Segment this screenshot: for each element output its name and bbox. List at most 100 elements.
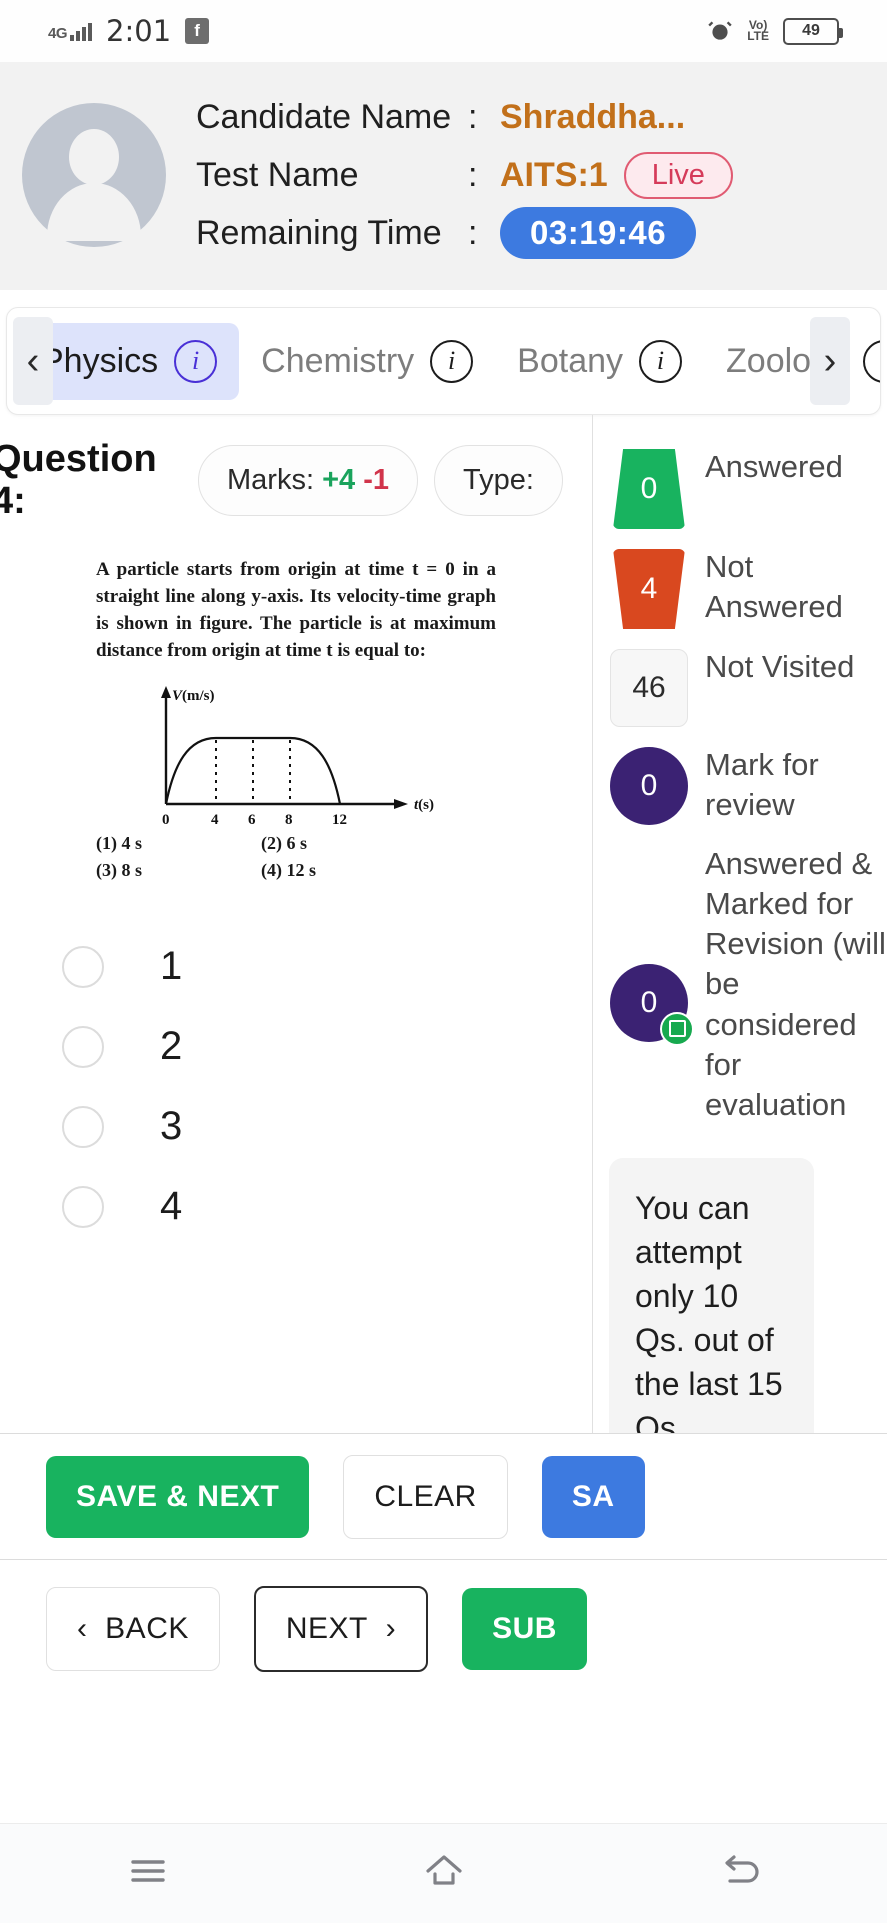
question-nav-bar: ‹ BACK NEXT › SUB — [0, 1559, 887, 1697]
marks-positive: +4 — [322, 464, 356, 497]
candidate-name-label: Candidate Name — [196, 97, 452, 136]
not-visited-badge-icon: 46 — [593, 647, 705, 727]
answered-marked-count: 0 — [610, 963, 694, 1046]
status-legend: 0 Answered 4 Not Answered 46 Not Visited — [593, 415, 887, 1126]
figure-option-4: (4) 12 s — [261, 859, 316, 880]
candidate-header: Candidate Name : Shraddha... Test Name :… — [0, 62, 887, 290]
clear-button[interactable]: CLEAR — [343, 1454, 508, 1539]
tab-physics-label: Physics — [41, 341, 159, 380]
save-and-mark-button[interactable]: SA — [541, 1455, 645, 1538]
remaining-time-label: Remaining Time — [196, 213, 442, 252]
info-icon[interactable]: i — [639, 339, 683, 383]
not-answered-label: Not Answered — [705, 549, 843, 625]
submit-button[interactable]: SUB — [462, 1587, 587, 1670]
test-name-label: Test Name — [196, 155, 359, 194]
choice-label: 2 — [160, 1024, 183, 1069]
choice-label: 4 — [160, 1184, 183, 1229]
chevron-left-icon: ‹ — [77, 1611, 88, 1645]
svg-text:V(m/s): V(m/s) — [172, 688, 215, 704]
tab-botany[interactable]: Botany i — [495, 323, 704, 400]
not-visited-label: Not Visited — [705, 649, 855, 684]
avatar — [22, 103, 166, 247]
answer-choices: 1 2 3 4 — [0, 927, 592, 1247]
type-label: Type: — [463, 464, 534, 497]
legend-not-answered: 4 Not Answered — [593, 547, 887, 629]
tab-chemistry-label: Chemistry — [261, 341, 415, 380]
info-icon[interactable]: i — [430, 339, 474, 383]
velocity-time-graph: V(m/s) t(s) 0 4 6 8 12 — [126, 676, 436, 826]
attempt-notice: You can attempt only 10 Qs. out of the l… — [609, 1157, 814, 1433]
colon-separator: : — [468, 213, 478, 252]
choice-option[interactable]: 3 — [62, 1087, 592, 1167]
answered-label: Answered — [705, 449, 843, 484]
choice-option[interactable]: 4 — [62, 1167, 592, 1247]
mark-review-count: 0 — [610, 747, 688, 825]
not-answered-count: 4 — [613, 549, 685, 629]
svg-text:12: 12 — [332, 812, 347, 826]
save-and-next-button[interactable]: SAVE & NEXT — [46, 1455, 310, 1538]
svg-text:8: 8 — [285, 812, 293, 826]
alarm-icon — [707, 18, 733, 44]
figure-options: (1) 4 s (2) 6 s (3) 8 s (4) 12 s — [96, 830, 426, 882]
legend-not-visited: 46 Not Visited — [593, 647, 887, 727]
countdown-timer: 03:19:46 — [500, 207, 697, 259]
subject-tabs: Physics i Chemistry i Botany i Zoology i… — [6, 307, 881, 415]
back-icon[interactable] — [719, 1852, 761, 1895]
facebook-icon: f — [185, 18, 210, 44]
radio-button[interactable] — [62, 1025, 104, 1068]
choice-option[interactable]: 2 — [62, 1007, 592, 1087]
figure-option-2: (2) 6 s — [261, 833, 307, 854]
choice-label: 3 — [160, 1104, 183, 1149]
marks-negative: -1 — [363, 464, 389, 497]
legend-mark-for-review: 0 Mark for review — [593, 745, 887, 826]
network-type-label: 4G — [48, 25, 68, 42]
chevron-right-icon: › — [385, 1611, 397, 1645]
radio-button[interactable] — [62, 945, 104, 988]
radio-button[interactable] — [62, 1105, 104, 1148]
menu-icon[interactable] — [127, 1854, 169, 1893]
question-passage: A particle starts from origin at time t … — [96, 558, 496, 661]
next-button-label: NEXT — [285, 1611, 368, 1645]
status-bar-right: Vo) LTE 49 — [707, 17, 843, 45]
answered-marked-label: Answered & Marked for Revision (will be … — [705, 845, 886, 1123]
android-navigation-bar — [0, 1823, 887, 1923]
battery-icon: 49 — [783, 17, 843, 45]
marks-badge: Marks: +4 -1 — [198, 445, 418, 517]
app-screen: 4G 2: 0 1 f Vo) LTE 49 Candidate Name: Sh… — [0, 0, 887, 1923]
candidate-info: Candidate Name : Shraddha... Test Name :… — [196, 88, 887, 262]
question-figure: A particle starts from origin at time t … — [96, 557, 496, 883]
info-icon[interactable]: i — [174, 339, 218, 383]
next-button[interactable]: NEXT › — [253, 1585, 429, 1672]
choice-option[interactable]: 1 — [62, 927, 592, 1007]
tabs-scroll-left-icon[interactable]: ‹ — [13, 317, 53, 405]
test-name-value: AITS:1 — [500, 155, 608, 194]
live-badge: Live — [623, 151, 733, 199]
svg-text:4: 4 — [211, 812, 219, 826]
not-visited-count: 46 — [610, 649, 688, 727]
tab-chemistry[interactable]: Chemistry i — [239, 323, 495, 400]
mark-review-badge-icon: 0 — [593, 745, 705, 825]
main-body: Question 4: Marks: +4 -1 Type: A particl… — [0, 415, 887, 1433]
legend-answered-marked-revision: 0 Answered & Marked for Revision (will b… — [593, 844, 887, 1126]
home-icon[interactable] — [422, 1852, 466, 1895]
question-status-panel: 0 Answered 4 Not Answered 46 Not Visited — [592, 415, 887, 1433]
colon-separator: : — [468, 97, 478, 136]
subject-tabs-strip: Physics i Chemistry i Botany i Zoology i — [7, 308, 880, 414]
question-header: Question 4: Marks: +4 -1 Type: — [0, 415, 592, 523]
question-pane: Question 4: Marks: +4 -1 Type: A particl… — [0, 415, 592, 1433]
legend-answered: 0 Answered — [593, 447, 887, 529]
action-button-bar: SAVE & NEXT CLEAR SA — [0, 1433, 887, 1559]
svg-text:6: 6 — [248, 812, 256, 826]
svg-text:t(s): t(s) — [414, 797, 434, 813]
radio-button[interactable] — [62, 1185, 104, 1228]
candidate-name-value: Shraddha... — [500, 97, 686, 136]
not-answered-badge-icon: 4 — [593, 547, 705, 629]
signal-icon: 4G — [48, 21, 93, 42]
answered-marked-badge-icon: 0 — [593, 844, 705, 1046]
info-icon[interactable]: i — [863, 339, 880, 383]
tabs-scroll-right-icon[interactable]: › — [810, 317, 850, 405]
back-button[interactable]: ‹ BACK — [46, 1586, 220, 1671]
answered-count: 0 — [613, 449, 685, 529]
choice-label: 1 — [160, 944, 183, 989]
tab-zoology[interactable]: Zoology i — [704, 323, 880, 400]
